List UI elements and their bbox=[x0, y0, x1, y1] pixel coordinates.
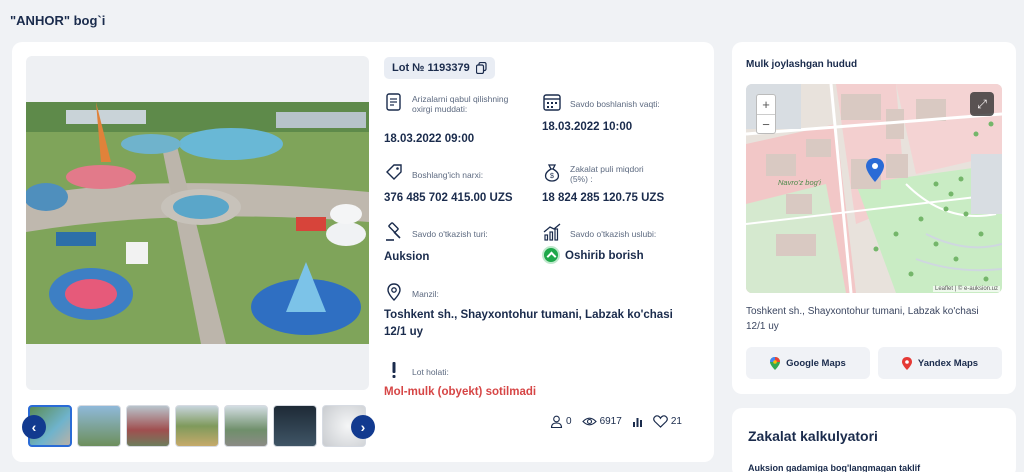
deadline-label: Arizalarni qabul qilishning oxirgi mudda… bbox=[412, 94, 509, 114]
growth-chart-icon bbox=[543, 223, 561, 241]
start-time-value: 18.03.2022 10:00 bbox=[542, 121, 633, 133]
rising-arrow-icon bbox=[542, 246, 560, 264]
deadline-value: 18.03.2022 09:00 bbox=[384, 133, 475, 145]
thumbnail[interactable] bbox=[224, 405, 268, 447]
map-address: Toshkent sh., Shayxontohur tumani, Labza… bbox=[746, 306, 979, 332]
google-maps-icon bbox=[770, 356, 781, 370]
calculator-title: Zakalat kalkulyatori bbox=[748, 428, 878, 444]
views-stat: 6917 bbox=[581, 416, 622, 427]
price-tag-icon bbox=[386, 164, 402, 180]
starting-price-value: 376 485 702 415.00 UZS bbox=[384, 192, 513, 204]
location-map[interactable]: Navro'z bog'i + − ⤢ Leaflet | © e-auksio… bbox=[746, 84, 1002, 293]
bar-chart-stat bbox=[632, 416, 643, 427]
eye-icon bbox=[581, 417, 597, 426]
start-time-label: Savdo boshlanish vaqti: bbox=[570, 99, 660, 109]
lot-status-label: Lot holati: bbox=[412, 367, 449, 377]
auction-method-label: Savdo o'tkazish uslubi: bbox=[570, 229, 657, 239]
google-maps-button[interactable]: Google Maps bbox=[746, 347, 870, 379]
thumbnail[interactable] bbox=[273, 405, 317, 447]
likes-stat[interactable]: 21 bbox=[652, 415, 682, 428]
lot-status-value: Mol-mulk (obyekt) sotilmadi bbox=[384, 386, 537, 398]
gallery-next-button[interactable]: › bbox=[351, 415, 375, 439]
money-bag-icon: $ bbox=[544, 164, 560, 182]
main-photo[interactable] bbox=[26, 56, 369, 390]
google-maps-label: Google Maps bbox=[786, 357, 846, 369]
calendar-icon bbox=[543, 94, 561, 111]
park-label: Navro'z bog'i bbox=[778, 178, 821, 187]
lot-card: ‹ › Lot № 1193379 Arizalarni qabul qilis… bbox=[12, 42, 714, 462]
user-icon bbox=[550, 415, 563, 428]
heart-icon[interactable] bbox=[652, 415, 668, 428]
auction-method-value: Oshirib borish bbox=[542, 246, 644, 265]
gallery-prev-button[interactable]: ‹ bbox=[22, 415, 46, 439]
map-tiles: Navro'z bog'i bbox=[746, 84, 1002, 293]
map-title: Mulk joylashgan hudud bbox=[746, 59, 858, 70]
deposit-label: Zakalat puli miqdori (5%) : bbox=[570, 164, 644, 184]
map-attribution[interactable]: Leaflet | © e-auksion.uz bbox=[932, 286, 1000, 292]
auction-method-text: Oshirib borish bbox=[565, 250, 644, 263]
lot-stats: 0 6917 21 bbox=[550, 415, 682, 428]
lot-number: Lot № 1193379 bbox=[392, 62, 470, 74]
address-label: Manzil: bbox=[412, 289, 439, 299]
bar-chart-icon[interactable] bbox=[632, 416, 643, 427]
zoom-controls: + − bbox=[756, 94, 776, 134]
deposit-value: 18 824 285 120.75 UZS bbox=[542, 192, 665, 204]
page-title: "ANHOR" bog`i bbox=[10, 13, 106, 28]
yandex-maps-icon bbox=[901, 356, 912, 370]
zoom-out-button[interactable]: − bbox=[757, 114, 775, 133]
likes-count: 21 bbox=[670, 416, 682, 427]
participants-count: 0 bbox=[566, 416, 572, 427]
thumbnail[interactable] bbox=[77, 405, 121, 447]
copy-icon[interactable] bbox=[475, 62, 487, 74]
park-aerial-photo bbox=[26, 102, 369, 344]
fullscreen-icon[interactable]: ⤢ bbox=[970, 92, 994, 116]
thumbnail[interactable] bbox=[126, 405, 170, 447]
thumbnail-strip: ‹ › bbox=[22, 402, 375, 448]
yandex-maps-button[interactable]: Yandex Maps bbox=[878, 347, 1002, 379]
thumbnail[interactable] bbox=[175, 405, 219, 447]
lot-number-badge: Lot № 1193379 bbox=[384, 57, 495, 79]
auction-type-label: Savdo o'tkazish turi: bbox=[412, 229, 488, 239]
yandex-maps-label: Yandex Maps bbox=[917, 357, 979, 369]
deposit-calculator-card: Zakalat kalkulyatori Auksion gadamiga bo… bbox=[732, 408, 1016, 472]
calculator-subtitle: Auksion gadamiga bog'langmagan taklif bbox=[748, 463, 921, 472]
location-pin-icon bbox=[387, 283, 401, 301]
exclamation-icon bbox=[392, 362, 396, 378]
address-value: Toshkent sh., Shayxontohur tumani, Labza… bbox=[384, 309, 673, 338]
map-card: Mulk joylashgan hudud Navro'z bog'i + − … bbox=[732, 42, 1016, 394]
views-count: 6917 bbox=[599, 416, 622, 427]
gavel-icon bbox=[386, 222, 401, 241]
participants-stat: 0 bbox=[550, 415, 572, 428]
zoom-in-button[interactable]: + bbox=[757, 95, 775, 114]
svg-text:$: $ bbox=[550, 173, 554, 180]
auction-type-value: Auksion bbox=[384, 251, 430, 263]
document-icon bbox=[386, 93, 401, 111]
starting-price-label: Boshlang'ich narxi: bbox=[412, 170, 484, 180]
